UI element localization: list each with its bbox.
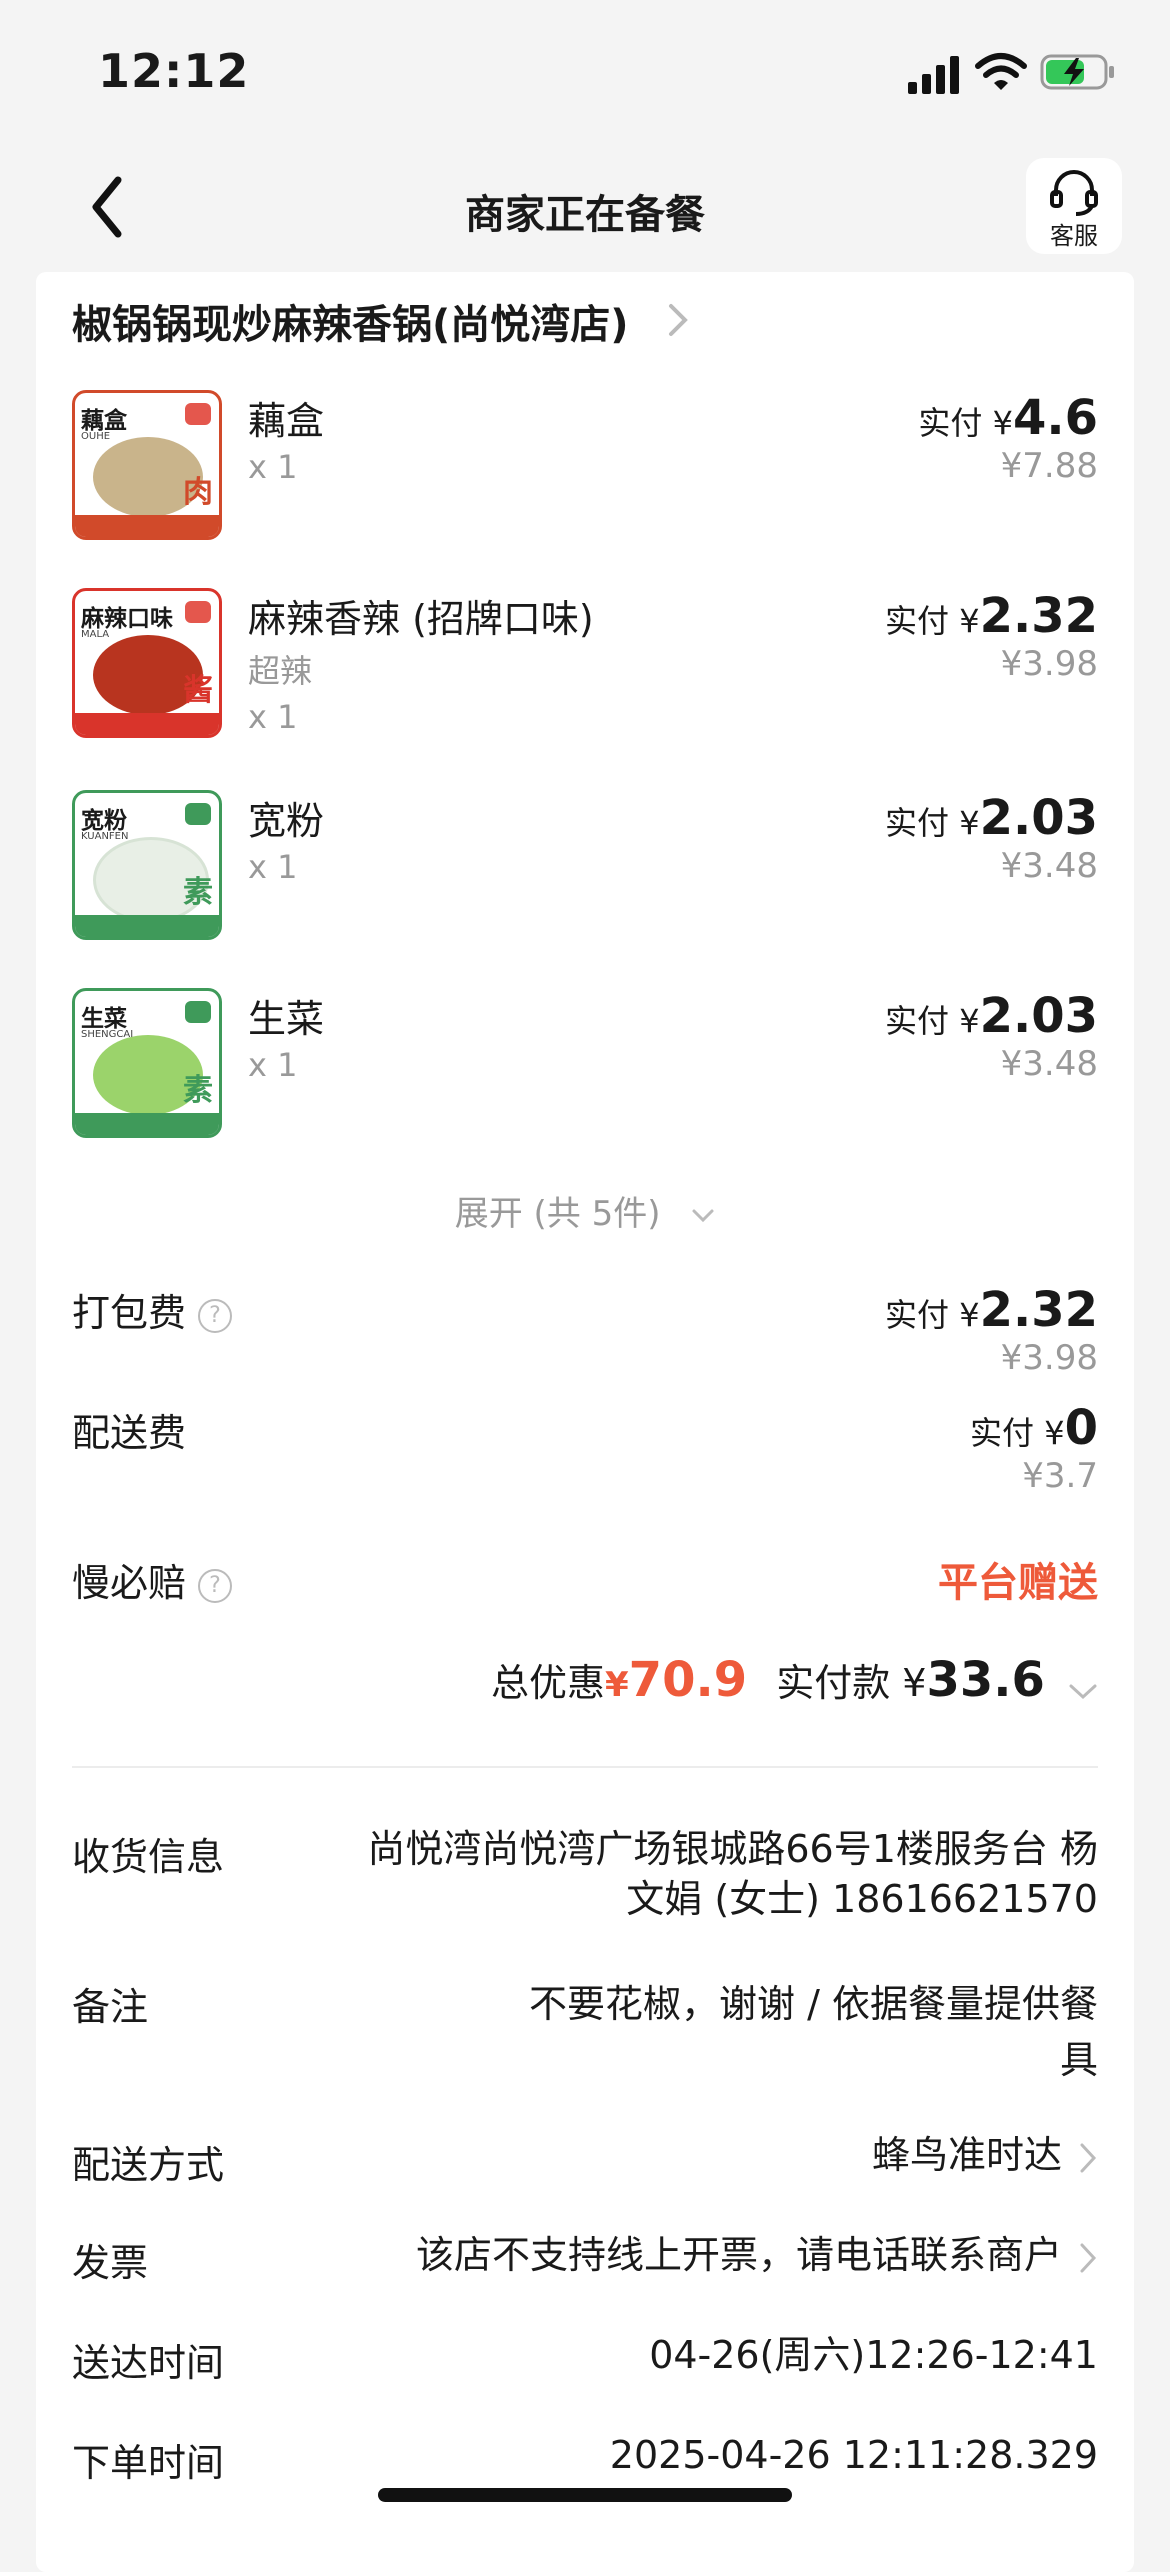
invoice-value[interactable]: 该店不支持线上开票，请电话联系商户 bbox=[416, 2230, 1098, 2280]
order-item: 宽粉 KUANFEN 素 宽粉 x 1 实付 ¥2.03 ¥3.48 bbox=[72, 790, 1098, 940]
item-qty: x 1 bbox=[248, 448, 298, 486]
item-paid-price: 实付 ¥2.03 bbox=[885, 988, 1098, 1044]
status-bar: 12:12 bbox=[0, 0, 1170, 140]
item-original-price: ¥3.48 bbox=[1000, 846, 1098, 886]
headset-icon bbox=[1050, 170, 1098, 216]
help-icon[interactable]: ? bbox=[198, 1568, 233, 1603]
cellular-signal-icon bbox=[908, 56, 959, 94]
order-item: 藕盒 OUHE 肉 藕盒 x 1 实付 ¥4.6 ¥7.88 bbox=[72, 390, 1098, 540]
home-indicator[interactable] bbox=[378, 2488, 792, 2502]
address-label: 收货信息 bbox=[72, 1835, 225, 1879]
store-name[interactable]: 椒锅锅现炒麻辣香锅(尚悦湾店) bbox=[72, 292, 629, 350]
item-thumbnail: 宽粉 KUANFEN 素 bbox=[72, 790, 222, 940]
item-paid-price: 实付 ¥2.32 bbox=[885, 588, 1098, 644]
delivery-fee-price: 实付 ¥0 ¥3.7 bbox=[970, 1400, 1098, 1496]
expand-label: 展开 (共 5件) bbox=[454, 1194, 661, 1234]
payment-summary[interactable]: 总优惠¥70.9 实付款 ¥33.6 bbox=[491, 1652, 1098, 1708]
item-spec: 超辣 bbox=[248, 652, 313, 690]
page-title: 商家正在备餐 bbox=[465, 192, 705, 238]
item-original-price: ¥3.48 bbox=[1000, 1044, 1098, 1084]
slow-compensation-label: 慢必赔? bbox=[72, 1552, 233, 1607]
item-paid-price: 实付 ¥2.03 bbox=[885, 790, 1098, 846]
item-paid-price: 实付 ¥4.6 bbox=[918, 390, 1098, 446]
delivery-fee-original: ¥3.7 bbox=[1022, 1456, 1098, 1496]
delivery-method-value[interactable]: 蜂鸟准时达 bbox=[872, 2130, 1098, 2180]
delivery-method-label: 配送方式 bbox=[72, 2143, 225, 2187]
item-thumbnail: 麻辣口味 MALA 酱 bbox=[72, 588, 222, 738]
status-time: 12:12 bbox=[98, 44, 250, 98]
wifi-icon bbox=[975, 53, 1027, 90]
item-qty: x 1 bbox=[248, 698, 298, 736]
note-label: 备注 bbox=[72, 1985, 149, 2029]
packing-fee-price: 实付 ¥2.32 ¥3.98 bbox=[885, 1282, 1098, 1378]
total-paid: 33.6 bbox=[926, 1652, 1045, 1708]
item-name: 生菜 bbox=[248, 997, 325, 1041]
item-thumbnail: 生菜 SHENGCAI 素 bbox=[72, 988, 222, 1138]
chevron-right-icon[interactable] bbox=[666, 300, 690, 340]
chevron-down-icon bbox=[1069, 1684, 1097, 1699]
customer-service-label: 客服 bbox=[1050, 222, 1098, 250]
item-qty: x 1 bbox=[248, 848, 298, 886]
item-original-price: ¥3.98 bbox=[1000, 644, 1098, 684]
total-discount: 70.9 bbox=[628, 1652, 748, 1708]
order-time-label: 下单时间 bbox=[72, 2441, 225, 2485]
item-name: 麻辣香辣 (招牌口味) bbox=[248, 597, 594, 641]
battery-charging-icon bbox=[1040, 54, 1114, 90]
eta-label: 送达时间 bbox=[72, 2341, 225, 2385]
address-value: 尚悦湾尚悦湾广场银城路66号1楼服务台 杨 文娟 (女士) 1861662157… bbox=[367, 1827, 1098, 1921]
note-value: 不要花椒，谢谢 / 依据餐量提供餐 具 bbox=[529, 1982, 1098, 2082]
item-thumbnail: 藕盒 OUHE 肉 bbox=[72, 390, 222, 540]
invoice-label: 发票 bbox=[72, 2241, 149, 2285]
expand-items-button[interactable]: 展开 (共 5件) bbox=[0, 1186, 1170, 1235]
eta-value: 04-26(周六)12:26-12:41 bbox=[649, 2333, 1098, 2377]
order-item: 生菜 SHENGCAI 素 生菜 x 1 实付 ¥2.03 ¥3.48 bbox=[72, 988, 1098, 1138]
chevron-right-icon bbox=[1080, 2143, 1097, 2172]
platform-gift-value: 平台赠送 bbox=[938, 1560, 1098, 1606]
section-divider bbox=[72, 1766, 1098, 1768]
item-qty: x 1 bbox=[248, 1046, 298, 1084]
item-name: 藕盒 bbox=[248, 399, 325, 443]
chevron-right-icon bbox=[1080, 2243, 1097, 2272]
item-name: 宽粉 bbox=[248, 799, 325, 843]
order-item: 麻辣口味 MALA 酱 麻辣香辣 (招牌口味) 超辣 x 1 实付 ¥2.32 … bbox=[72, 588, 1098, 738]
packing-fee-original: ¥3.98 bbox=[1000, 1338, 1098, 1378]
chevron-down-icon bbox=[692, 1209, 714, 1222]
item-original-price: ¥7.88 bbox=[1000, 446, 1098, 486]
order-time-value: 2025-04-26 12:11:28.329 bbox=[609, 2433, 1098, 2477]
